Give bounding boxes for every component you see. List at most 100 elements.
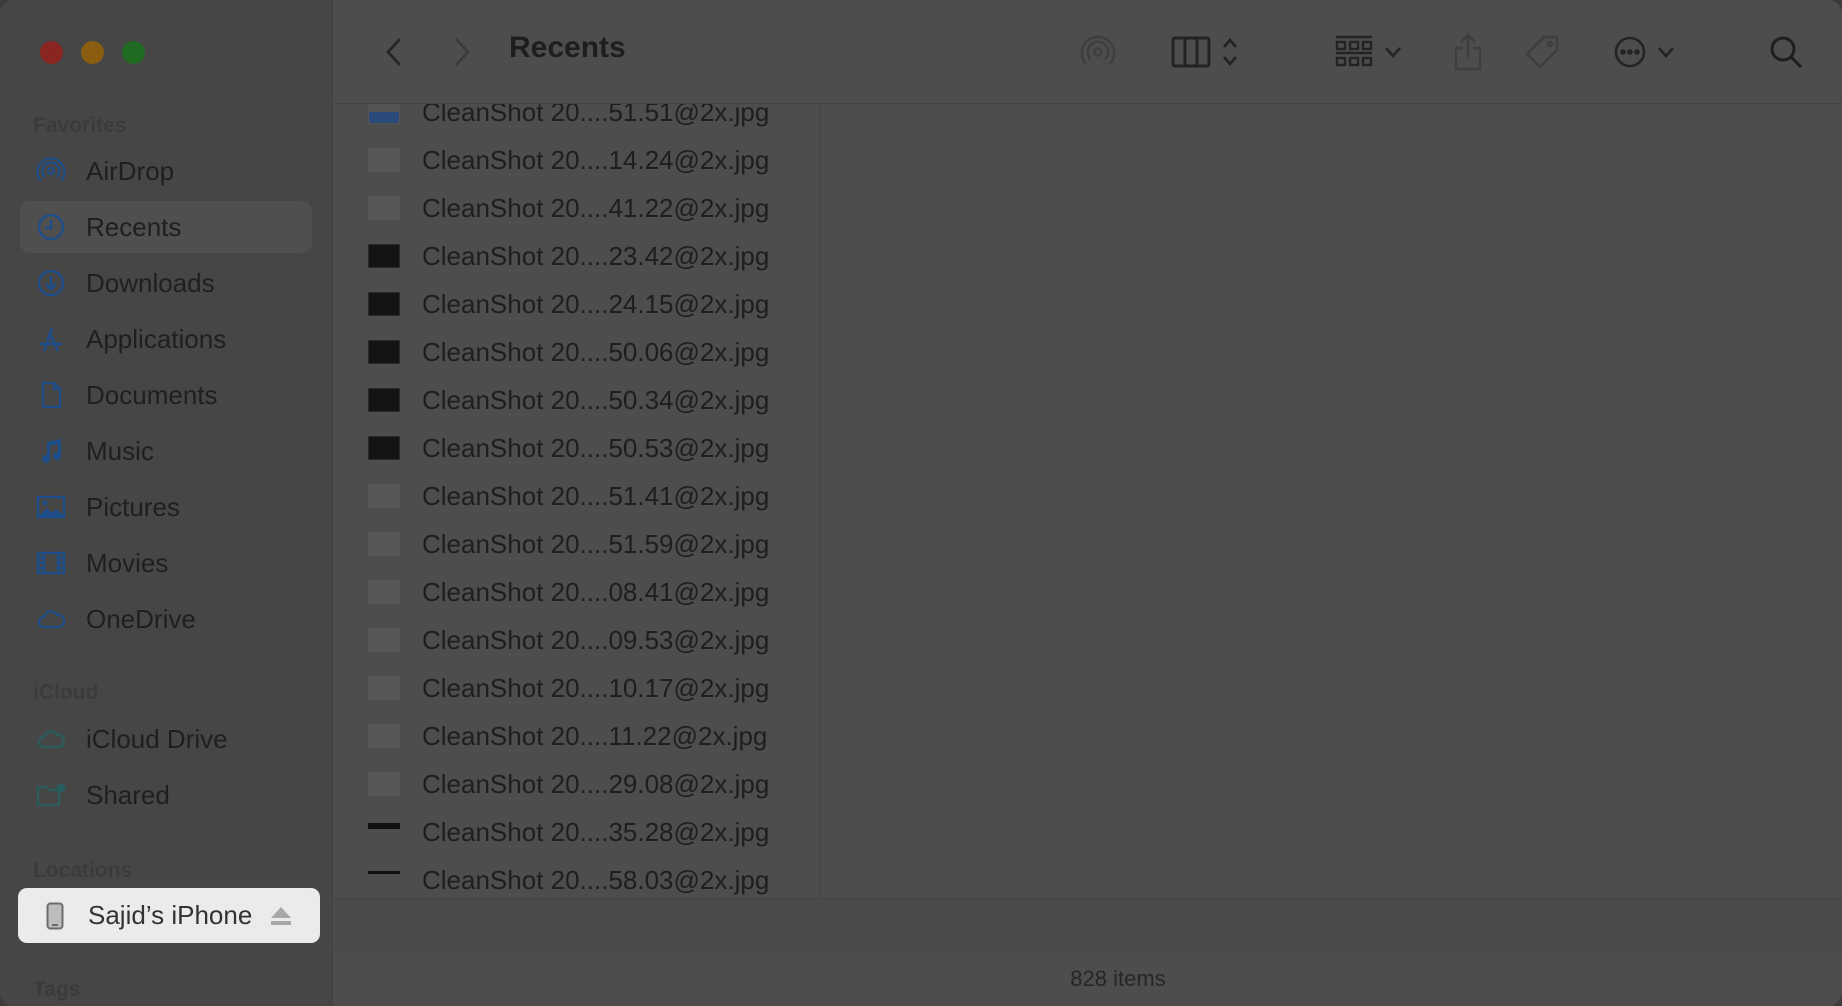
file-row[interactable]: CleanShot 20....10.17@2x.jpg <box>334 664 818 712</box>
sidebar-header-icloud: iCloud <box>33 681 99 704</box>
sidebar-header-locations: Locations <box>33 859 133 882</box>
file-name: CleanShot 20....24.15@2x.jpg <box>422 288 770 319</box>
file-row[interactable]: CleanShot 20....29.08@2x.jpg <box>334 760 818 808</box>
cloud-icon <box>34 722 68 756</box>
forward-button[interactable] <box>442 28 482 76</box>
more-button[interactable] <box>1604 28 1684 76</box>
sidebar-item-music[interactable]: Music <box>20 425 312 477</box>
view-columns-button[interactable] <box>1160 28 1250 76</box>
file-row[interactable]: CleanShot 20....35.28@2x.jpg <box>334 808 818 856</box>
sidebar-item-label: OneDrive <box>86 603 196 634</box>
file-thumbnail-icon <box>368 436 400 460</box>
file-thumbnail-icon <box>368 340 400 364</box>
file-row[interactable]: CleanShot 20....23.42@2x.jpg <box>334 232 818 280</box>
file-row[interactable]: CleanShot 20....11.22@2x.jpg <box>334 712 818 760</box>
file-thumbnail-icon <box>368 148 400 172</box>
group-button[interactable] <box>1330 28 1406 76</box>
search-button[interactable] <box>1764 28 1808 76</box>
back-button[interactable] <box>374 28 414 76</box>
tags-button[interactable] <box>1520 28 1564 76</box>
sidebar-header-favorites: Favorites <box>33 114 127 137</box>
close-button[interactable] <box>40 41 63 64</box>
zoom-button[interactable] <box>122 41 145 64</box>
applications-icon <box>34 322 68 356</box>
file-thumbnail-icon <box>368 292 400 316</box>
cloud-icon <box>34 602 68 636</box>
music-note-icon <box>34 434 68 468</box>
file-thumbnail-icon <box>368 628 400 652</box>
share-icon <box>1454 33 1482 71</box>
sidebar-item-label: Music <box>86 435 154 466</box>
file-row[interactable]: CleanShot 20....51.51@2x.jpg <box>334 104 818 136</box>
sidebar-item-downloads[interactable]: Downloads <box>20 257 312 309</box>
file-row[interactable]: CleanShot 20....51.41@2x.jpg <box>334 472 818 520</box>
chevron-down-icon <box>1385 47 1401 58</box>
file-row[interactable]: CleanShot 20....50.06@2x.jpg <box>334 328 818 376</box>
file-row[interactable]: CleanShot 20....58.03@2x.jpg <box>334 856 818 898</box>
sidebar-item-applications[interactable]: Applications <box>20 313 312 365</box>
file-name: CleanShot 20....11.22@2x.jpg <box>422 720 768 751</box>
minimize-button[interactable] <box>81 41 104 64</box>
file-name: CleanShot 20....51.51@2x.jpg <box>422 104 770 127</box>
file-name: CleanShot 20....50.53@2x.jpg <box>422 432 770 463</box>
file-name: CleanShot 20....10.17@2x.jpg <box>422 672 770 703</box>
sidebar-item-documents[interactable]: Documents <box>20 369 312 421</box>
sidebar-item-movies[interactable]: Movies <box>20 537 312 589</box>
sidebar-item-onedrive[interactable]: OneDrive <box>20 593 312 645</box>
file-name: CleanShot 20....50.06@2x.jpg <box>422 336 770 367</box>
file-thumbnail-icon <box>368 871 400 895</box>
sidebar-item-label: Sajid’s iPhone <box>88 900 253 930</box>
file-name: CleanShot 20....51.41@2x.jpg <box>422 480 770 511</box>
file-row[interactable]: CleanShot 20....50.34@2x.jpg <box>334 376 818 424</box>
file-thumbnail-icon <box>368 676 400 700</box>
file-row[interactable]: CleanShot 20....51.59@2x.jpg <box>334 520 818 568</box>
file-name: CleanShot 20....58.03@2x.jpg <box>422 864 770 895</box>
path-bar <box>334 898 1842 950</box>
sidebar-item-pictures[interactable]: Pictures <box>20 481 312 533</box>
sidebar-item-icloud-drive[interactable]: iCloud Drive <box>20 713 312 765</box>
window-controls <box>40 41 145 64</box>
sidebar-item-shared[interactable]: Shared <box>20 769 312 821</box>
window-title: Recents <box>509 31 626 64</box>
status-bar: 828 items <box>334 950 1842 1006</box>
tag-icon <box>1525 35 1559 69</box>
finder-window: Favorites AirDrop Recents Downloads Appl… <box>0 0 1842 1006</box>
sidebar-item-label: Downloads <box>86 267 215 298</box>
file-name: CleanShot 20....51.59@2x.jpg <box>422 528 770 559</box>
file-name: CleanShot 20....35.28@2x.jpg <box>422 816 770 847</box>
file-row[interactable]: CleanShot 20....50.53@2x.jpg <box>334 424 818 472</box>
share-button[interactable] <box>1448 28 1488 76</box>
sidebar-item-airdrop[interactable]: AirDrop <box>20 145 312 197</box>
sidebar-item-label: Applications <box>86 323 227 354</box>
chevron-updown-icon <box>1223 38 1237 66</box>
sidebar-item-label: Shared <box>86 779 170 810</box>
download-icon <box>34 266 68 300</box>
file-thumbnail-icon <box>368 580 400 604</box>
clock-icon <box>34 210 68 244</box>
file-row[interactable]: CleanShot 20....24.15@2x.jpg <box>334 280 818 328</box>
ellipsis-circle-icon <box>1614 36 1646 68</box>
file-row[interactable]: CleanShot 20....09.53@2x.jpg <box>334 616 818 664</box>
sidebar-item-label: AirDrop <box>86 155 175 186</box>
iphone-icon <box>40 902 70 930</box>
sidebar-item-label: iCloud Drive <box>86 723 228 754</box>
column-divider[interactable] <box>818 104 821 898</box>
eject-icon[interactable] <box>270 904 294 928</box>
file-thumbnail-icon <box>368 104 400 124</box>
file-name: CleanShot 20....14.24@2x.jpg <box>422 144 770 175</box>
file-row[interactable]: CleanShot 20....08.41@2x.jpg <box>334 568 818 616</box>
file-row[interactable]: CleanShot 20....14.24@2x.jpg <box>334 136 818 184</box>
photo-icon <box>34 490 68 524</box>
file-thumbnail-icon <box>368 532 400 556</box>
file-row[interactable]: CleanShot 20....41.22@2x.jpg <box>334 184 818 232</box>
file-thumbnail-icon <box>368 484 400 508</box>
file-name: CleanShot 20....09.53@2x.jpg <box>422 624 770 655</box>
chevron-right-icon <box>455 38 470 66</box>
file-name: CleanShot 20....50.34@2x.jpg <box>422 384 770 415</box>
chevron-down-icon <box>1658 47 1674 58</box>
toolbar: Recents <box>334 0 1842 104</box>
sidebar-item-recents[interactable]: Recents <box>20 201 312 253</box>
file-name: CleanShot 20....23.42@2x.jpg <box>422 240 770 271</box>
sidebar-item-sajids-iphone[interactable]: Sajid’s iPhone <box>18 888 320 943</box>
airdrop-button[interactable] <box>1076 28 1120 76</box>
